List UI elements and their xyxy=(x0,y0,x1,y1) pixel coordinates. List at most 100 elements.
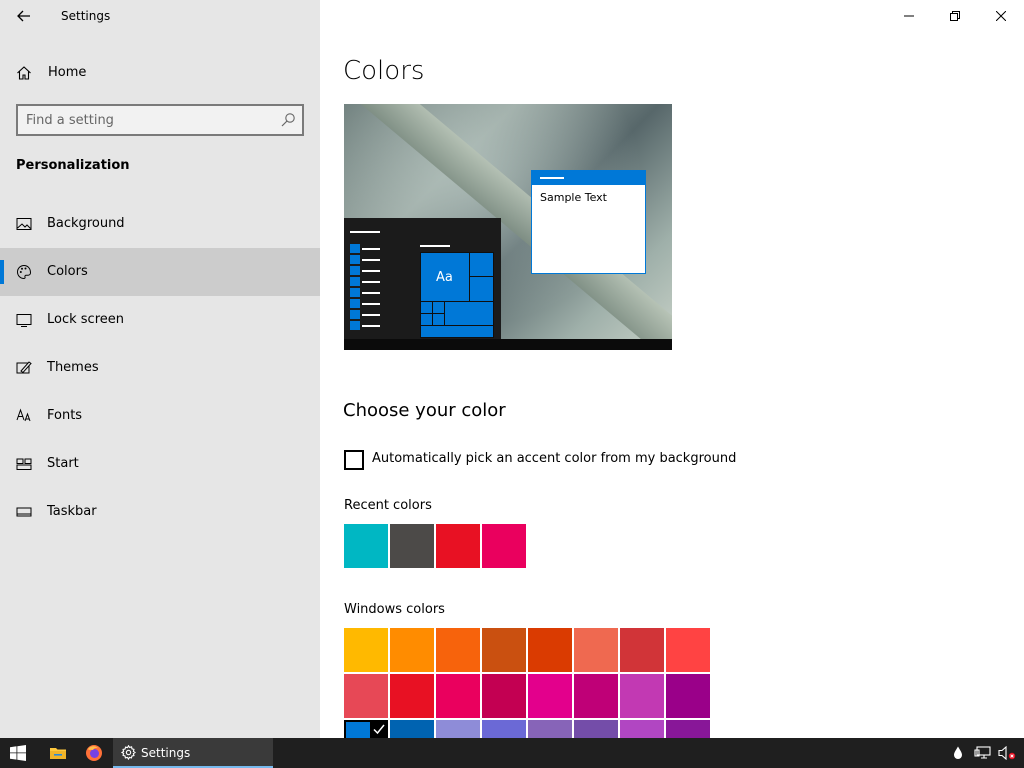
volume-muted-icon xyxy=(998,746,1016,760)
preview-sample-text: Sample Text xyxy=(540,191,607,204)
recent-color-swatch[interactable] xyxy=(344,524,388,568)
windows-color-swatch[interactable] xyxy=(528,628,572,672)
tray-network[interactable] xyxy=(972,738,994,768)
windows-color-swatch[interactable] xyxy=(620,720,664,738)
sidebar-item-colors[interactable]: Colors xyxy=(0,248,320,296)
checkmark-icon xyxy=(370,720,388,738)
windows-color-swatch[interactable] xyxy=(482,674,526,718)
choose-color-heading: Choose your color xyxy=(343,400,506,421)
file-explorer-icon xyxy=(50,748,66,759)
windows-color-swatch-selected[interactable] xyxy=(344,720,388,738)
sidebar-item-label: Taskbar xyxy=(47,504,97,519)
windows-color-swatch[interactable] xyxy=(436,720,480,738)
windows-color-swatch[interactable] xyxy=(436,628,480,672)
windows-color-swatch[interactable] xyxy=(482,628,526,672)
windows-color-swatch[interactable] xyxy=(390,720,434,738)
theme-preview: Aa Sample Text xyxy=(344,104,672,350)
auto-accent-checkbox[interactable] xyxy=(344,450,364,470)
windows-color-swatch[interactable] xyxy=(666,628,710,672)
windows-color-swatch[interactable] xyxy=(344,628,388,672)
sidebar-item-label: Lock screen xyxy=(47,312,124,327)
file-explorer-button[interactable] xyxy=(40,738,76,768)
search-icon[interactable] xyxy=(280,112,296,128)
sidebar-item-background[interactable]: Background xyxy=(0,200,320,248)
search-box[interactable] xyxy=(16,104,304,136)
sidebar-item-label: Background xyxy=(47,216,125,231)
windows-color-swatch[interactable] xyxy=(436,674,480,718)
start-icon xyxy=(16,458,32,470)
home-icon xyxy=(17,66,31,80)
preview-sample-header xyxy=(532,171,645,185)
tray-volume[interactable] xyxy=(996,738,1018,768)
sidebar-item-fonts[interactable]: Fonts xyxy=(0,392,320,440)
home-label: Home xyxy=(48,65,87,80)
windows-color-swatch[interactable] xyxy=(528,720,572,738)
preview-tiles xyxy=(420,252,494,338)
firefox-button[interactable] xyxy=(76,738,112,768)
preview-sample-window: Sample Text xyxy=(531,170,646,274)
fonts-icon xyxy=(16,408,31,422)
sidebar-item-label: Colors xyxy=(47,264,88,279)
preview-tile-header xyxy=(420,245,450,247)
sidebar-item-label: Themes xyxy=(47,360,99,375)
sidebar-item-label: Start xyxy=(47,456,79,471)
windows-colors-grid xyxy=(344,628,714,738)
recent-color-swatch[interactable] xyxy=(436,524,480,568)
taskbar-settings-label: Settings xyxy=(141,746,191,760)
close-button[interactable] xyxy=(978,0,1024,32)
recent-color-swatch[interactable] xyxy=(482,524,526,568)
taskbar: Settings xyxy=(0,738,1024,768)
lock-screen-icon xyxy=(16,314,32,327)
windows-color-swatch[interactable] xyxy=(528,674,572,718)
sidebar-item-label: Fonts xyxy=(47,408,83,423)
windows-color-swatch[interactable] xyxy=(574,720,618,738)
windows-color-swatch[interactable] xyxy=(620,628,664,672)
windows-colors-label: Windows colors xyxy=(344,602,445,617)
minimize-icon xyxy=(904,15,914,17)
taskbar-settings-button[interactable]: Settings xyxy=(113,738,273,768)
auto-accent-label[interactable]: Automatically pick an accent color from … xyxy=(372,451,736,466)
close-icon xyxy=(996,11,1006,21)
windows-color-swatch[interactable] xyxy=(574,674,618,718)
home-nav-item[interactable]: Home xyxy=(0,57,320,89)
minimize-button[interactable] xyxy=(886,0,932,32)
tray-droplet[interactable] xyxy=(948,738,968,768)
search-input[interactable] xyxy=(26,110,270,130)
palette-icon xyxy=(17,264,32,280)
start-button[interactable] xyxy=(0,738,36,768)
title-bar: Settings xyxy=(0,0,320,32)
restore-button[interactable] xyxy=(932,0,978,32)
sidebar-item-start[interactable]: Start xyxy=(0,440,320,488)
preview-taskbar xyxy=(344,339,672,350)
picture-icon xyxy=(16,218,32,230)
back-button[interactable] xyxy=(8,4,40,28)
themes-icon xyxy=(16,361,32,374)
windows-color-swatch[interactable] xyxy=(620,674,664,718)
sidebar-item-lock-screen[interactable]: Lock screen xyxy=(0,296,320,344)
section-title: Personalization xyxy=(16,158,130,173)
sidebar: Settings Home Personalization Background xyxy=(0,0,320,738)
restore-icon xyxy=(950,11,960,21)
sidebar-item-themes[interactable]: Themes xyxy=(0,344,320,392)
taskbar-icon xyxy=(16,507,32,517)
windows-color-swatch[interactable] xyxy=(344,674,388,718)
recent-colors-label: Recent colors xyxy=(344,498,432,513)
firefox-icon xyxy=(86,745,102,761)
windows-start-icon xyxy=(10,745,26,761)
windows-color-swatch[interactable] xyxy=(666,720,710,738)
selection-indicator xyxy=(0,260,4,284)
back-arrow-icon xyxy=(17,10,30,22)
page-title: Colors xyxy=(343,56,425,86)
windows-color-swatch[interactable] xyxy=(574,628,618,672)
windows-color-swatch[interactable] xyxy=(482,720,526,738)
app-title: Settings xyxy=(61,9,111,23)
windows-color-swatch[interactable] xyxy=(666,674,710,718)
preview-tile-text: Aa xyxy=(436,270,453,285)
windows-color-swatch[interactable] xyxy=(390,628,434,672)
network-icon xyxy=(974,746,991,759)
droplet-icon xyxy=(954,746,962,759)
recent-color-swatch[interactable] xyxy=(390,524,434,568)
sidebar-nav: Background Colors Lock screen Themes Fon… xyxy=(0,200,320,536)
windows-color-swatch[interactable] xyxy=(390,674,434,718)
sidebar-item-taskbar[interactable]: Taskbar xyxy=(0,488,320,536)
